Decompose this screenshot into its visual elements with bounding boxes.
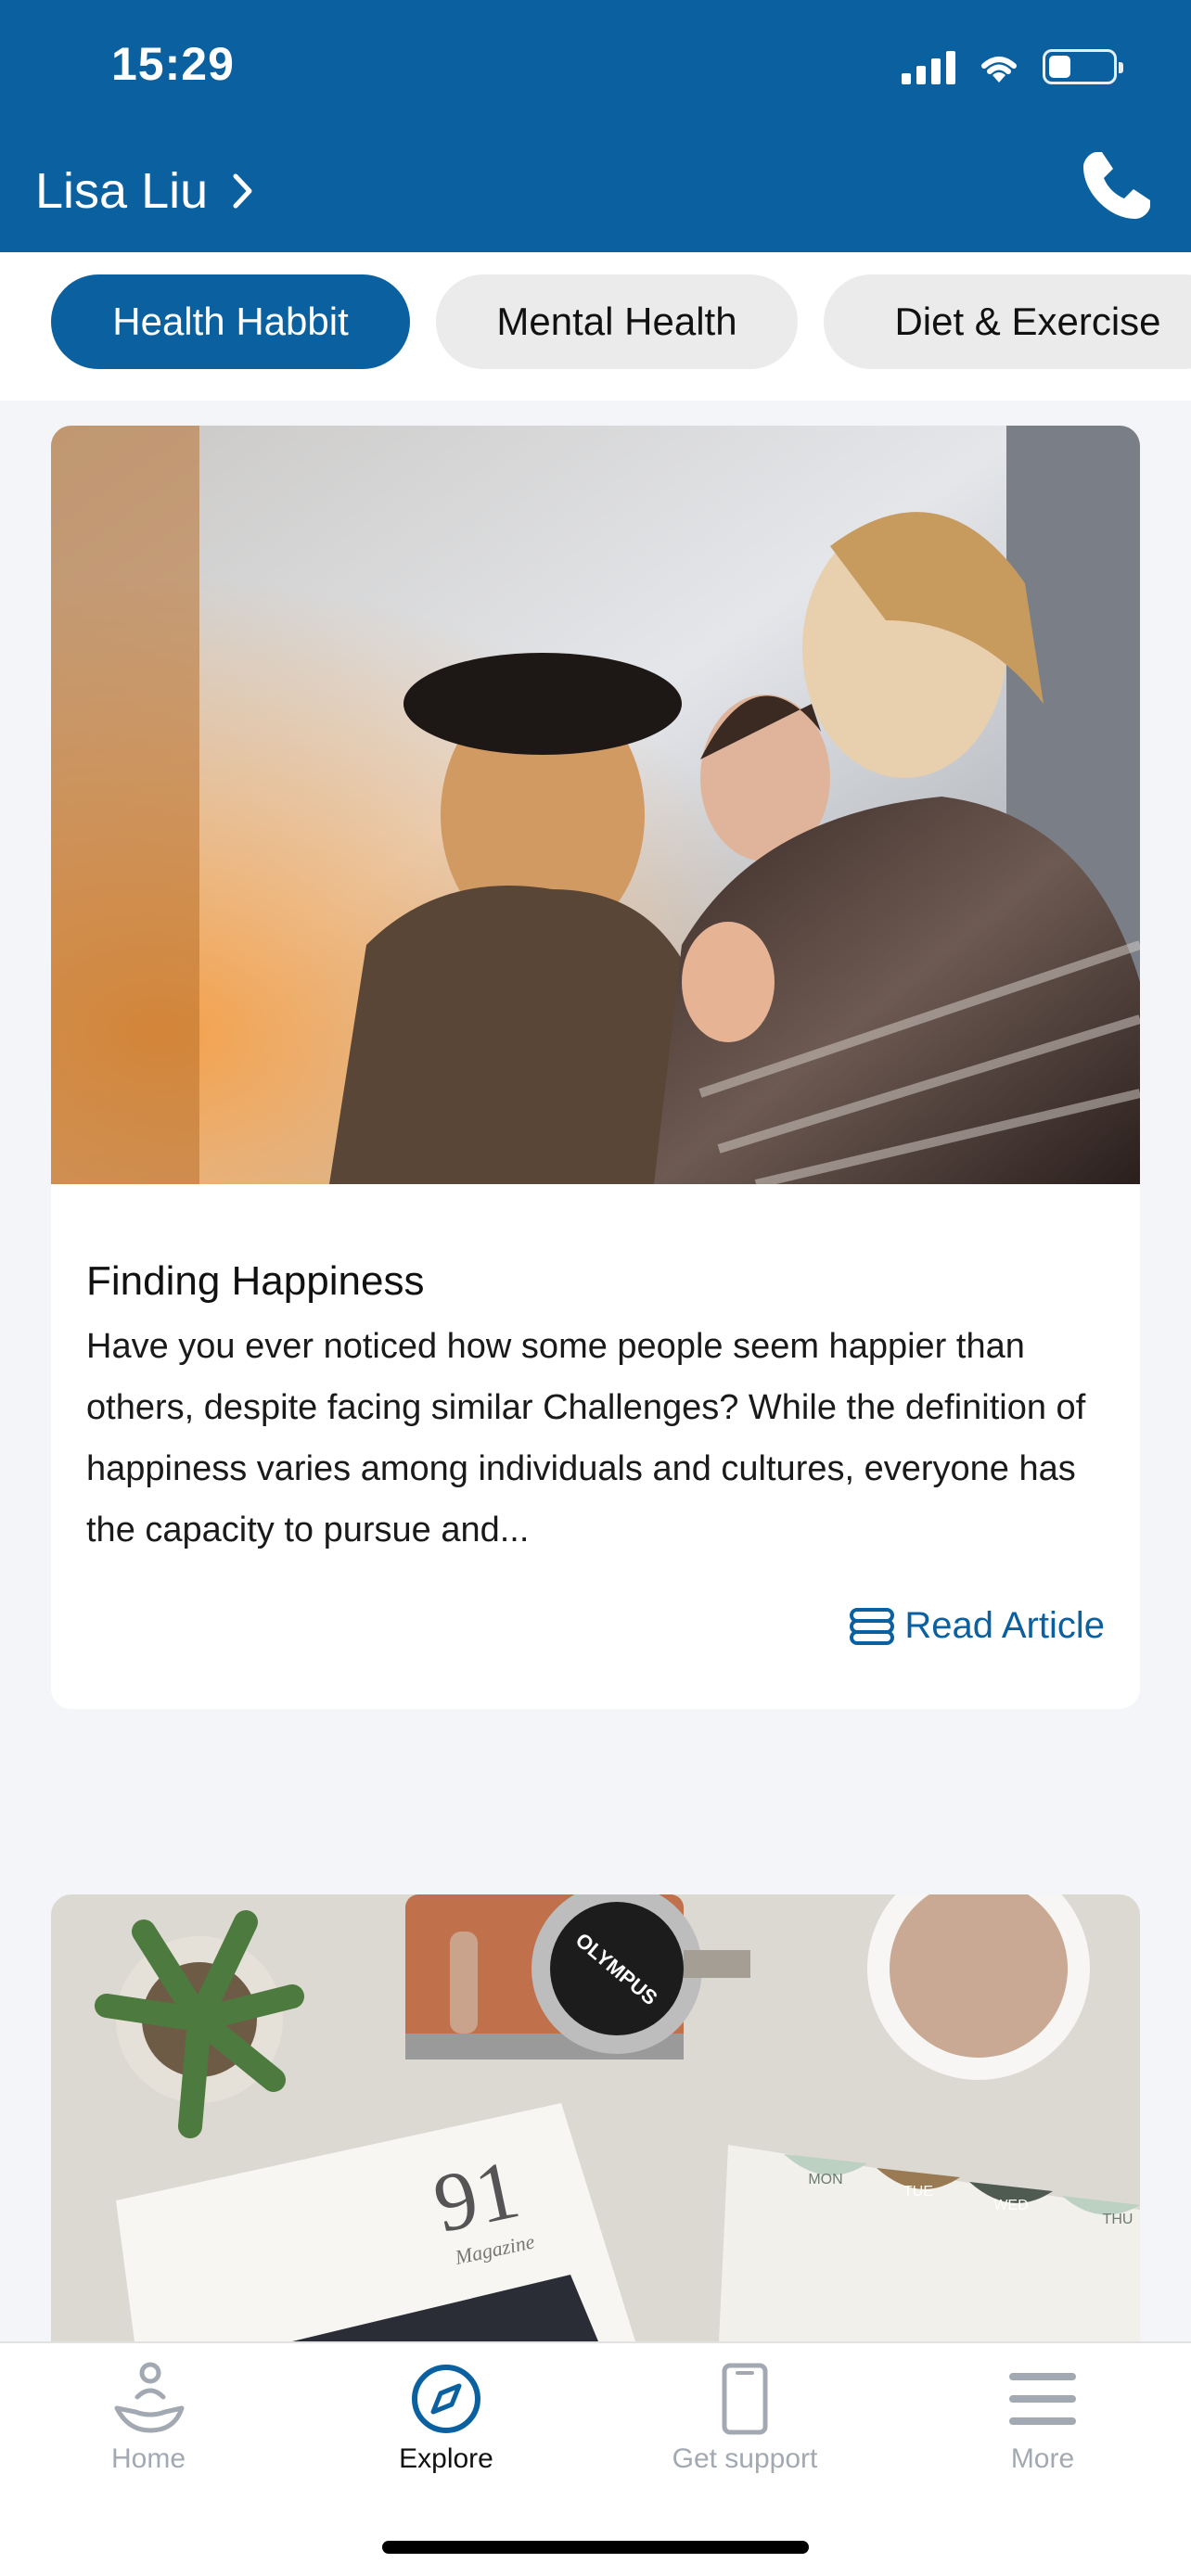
compass-icon <box>412 2365 480 2433</box>
read-article-link[interactable]: Read Article <box>849 1605 1105 1647</box>
nav-home[interactable]: Home <box>37 2360 260 2475</box>
profile-link[interactable]: Lisa Liu <box>35 162 254 220</box>
tab-mental-health[interactable]: Mental Health <box>436 274 798 369</box>
tab-health-habbit[interactable]: Health Habbit <box>51 274 410 369</box>
desk-flatlay-photo: OLYMPUS 91 Magazine MON TUE WED THU <box>51 1894 1140 2341</box>
calendar-day-tue: TUE <box>903 2184 933 2200</box>
nav-explore-label: Explore <box>399 2443 493 2474</box>
nav-explore[interactable]: Explore <box>335 2360 557 2475</box>
article-title: Finding Happiness <box>86 1258 425 1304</box>
read-article-label: Read Article <box>904 1605 1105 1646</box>
article-card[interactable]: Finding Happiness Have you ever noticed … <box>51 426 1140 1709</box>
friends-laughing-photo <box>51 426 1140 1184</box>
phone-device-icon <box>722 2363 768 2435</box>
article-excerpt: Have you ever noticed how some people se… <box>86 1327 1086 1549</box>
app-header: 15:29 Lisa Liu <box>0 0 1191 252</box>
user-name: Lisa Liu <box>35 163 209 219</box>
chevron-right-icon <box>233 173 252 209</box>
status-icons <box>902 45 1123 89</box>
nav-get-support[interactable]: Get support <box>634 2360 856 2475</box>
nav-more-label: More <box>1010 2443 1075 2474</box>
cellular-signal-icon <box>902 49 955 84</box>
home-indicator[interactable] <box>382 2541 809 2554</box>
nav-get-support-label: Get support <box>672 2443 818 2474</box>
article-card[interactable]: OLYMPUS 91 Magazine MON TUE WED THU <box>51 1894 1140 2341</box>
nav-home-label: Home <box>110 2443 186 2474</box>
hand-leaf-icon <box>114 2362 185 2433</box>
menu-icon <box>1009 2373 1076 2425</box>
nav-more[interactable]: More <box>931 2360 1154 2475</box>
calendar-day-thu: THU <box>1103 2212 1133 2227</box>
tab-diet-exercise[interactable]: Diet & Exercise <box>824 274 1191 369</box>
battery-icon <box>1043 49 1123 84</box>
calendar-day-wed: WED <box>993 2198 1028 2213</box>
wifi-icon <box>981 57 1017 83</box>
calendar-day-mon: MON <box>808 2172 842 2187</box>
category-tabs: Health Habbit Mental Health Diet & Exerc… <box>0 252 1191 401</box>
article-icon <box>850 1607 895 1645</box>
phone-icon[interactable] <box>1078 147 1156 224</box>
status-time: 15:29 <box>111 38 235 90</box>
